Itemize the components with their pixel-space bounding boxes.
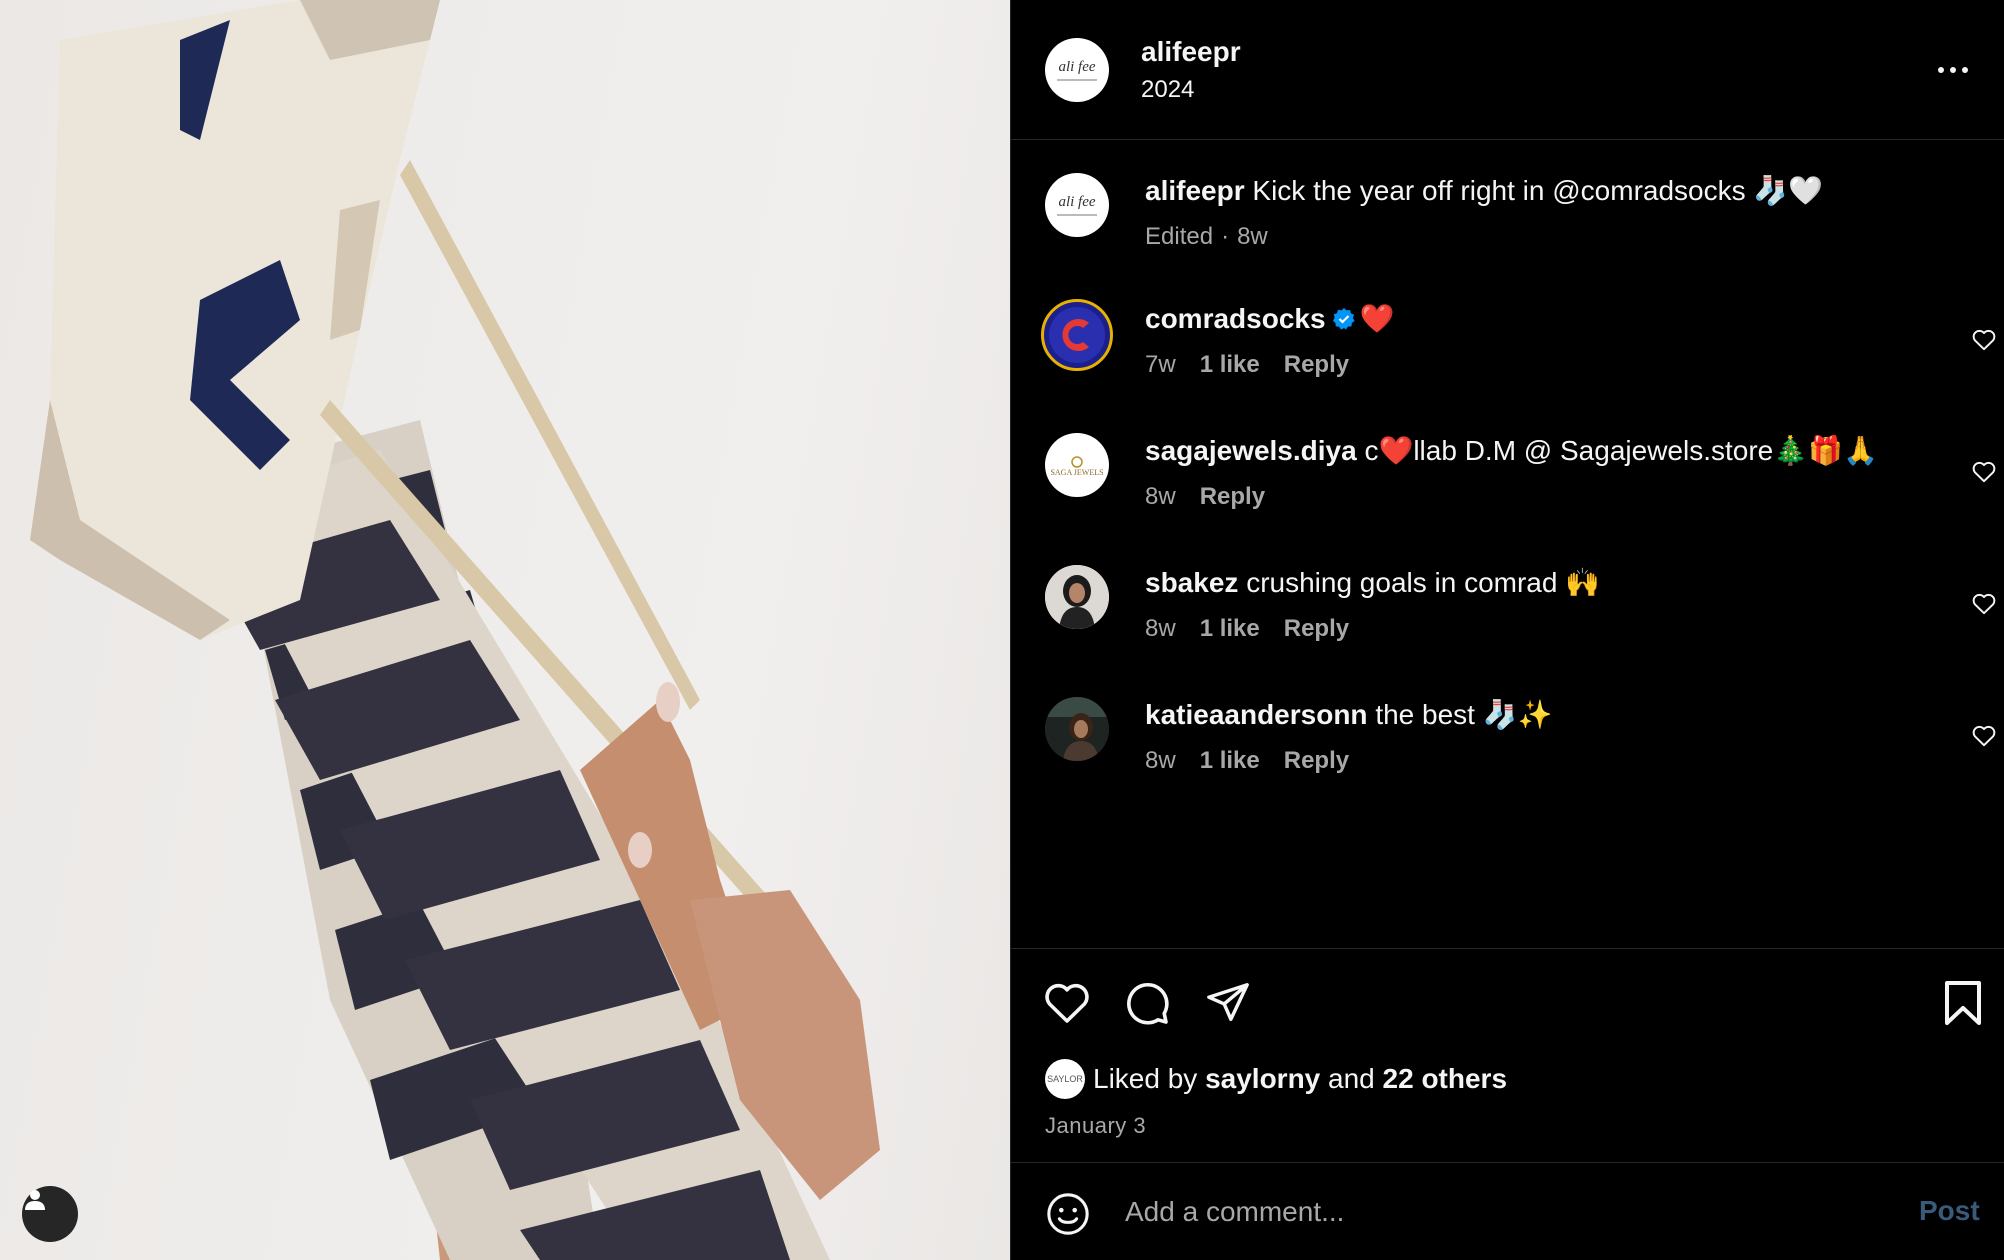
emoji-icon[interactable] [1045, 1191, 1091, 1237]
profile-photo [1045, 565, 1109, 629]
comment-username[interactable]: katieaandersonn [1145, 699, 1368, 730]
comment-username[interactable]: sbakez [1145, 567, 1238, 598]
avatar-logo-text: ali fee [1058, 194, 1096, 210]
edited-label: Edited [1145, 223, 1214, 250]
comment-username[interactable]: comradsocks [1145, 303, 1326, 334]
comment-text: the best 🧦✨ [1375, 699, 1553, 730]
liked-by-user[interactable]: saylorny [1205, 1063, 1320, 1095]
verified-badge-icon [1332, 308, 1355, 330]
comment-meta: 8w 1 like Reply [1145, 615, 1349, 643]
heart-icon[interactable] [1043, 979, 1091, 1027]
more-options-dot [1950, 67, 1956, 73]
comradsocks-logo [1049, 307, 1105, 363]
comment-meta: 8w 1 like Reply [1145, 747, 1349, 775]
comment-item: katieaandersonn the best 🧦✨ 8w 1 like Re… [1011, 697, 2004, 797]
comment-item: SAGA JEWELS sagajewels.diya c❤️llab D.M … [1011, 433, 2004, 533]
post-header: ali fee alifeepr 2024 [1011, 0, 2004, 140]
comment-text-row: katieaandersonn the best 🧦✨ [1145, 697, 1552, 733]
caption-text-row: alifeepr Kick the year off right in @com… [1145, 173, 1823, 209]
share-icon[interactable] [1205, 979, 1251, 1025]
post-image[interactable] [0, 0, 1010, 1260]
post-actions: SAYLOR Liked by saylorny and 22 others J… [1011, 948, 2004, 1162]
caption-meta: Edited · 8w [1145, 223, 1268, 251]
comment-text: crushing goals in comrad 🙌 [1246, 567, 1601, 598]
comment-item: sbakez crushing goals in comrad 🙌 8w 1 l… [1011, 565, 2004, 665]
caption-time[interactable]: 8w [1237, 223, 1268, 251]
comment-username[interactable]: sagajewels.diya [1145, 435, 1357, 466]
liked-by-row: SAYLOR Liked by saylorny and 22 others [1045, 1059, 1507, 1099]
reply-button[interactable]: Reply [1284, 747, 1349, 775]
comment-input[interactable] [1125, 1187, 1885, 1237]
liker-avatar-text: SAYLOR [1047, 1074, 1083, 1084]
author-avatar[interactable]: ali fee [1045, 38, 1109, 102]
avatar-logo-line [1057, 79, 1097, 81]
comment-text: ❤️ [1359, 303, 1395, 334]
caption-username[interactable]: alifeepr [1145, 175, 1245, 206]
comment-avatar[interactable] [1045, 697, 1109, 761]
user-tag-icon [25, 1190, 45, 1210]
comment-text-row: sbakez crushing goals in comrad 🙌 [1145, 565, 1600, 601]
liked-by-prefix: Liked by [1093, 1063, 1198, 1094]
comment-likes[interactable]: 1 like [1200, 615, 1260, 643]
comment-text-row: comradsocks ❤️ [1145, 301, 1394, 337]
post-photo-illustration [30, 0, 880, 1260]
caption-text: Kick the year off right in @comradsocks … [1252, 175, 1824, 206]
bookmark-icon[interactable] [1941, 979, 1985, 1027]
comment-like-heart-icon[interactable] [1971, 591, 1997, 617]
post-date[interactable]: January 3 [1045, 1113, 1146, 1139]
avatar-logo-text: ali fee [1058, 59, 1096, 75]
comment-likes[interactable]: 1 like [1200, 747, 1260, 775]
comment-time[interactable]: 8w [1145, 747, 1176, 775]
liked-by-conj: and [1328, 1063, 1375, 1094]
comment-avatar[interactable]: SAGA JEWELS [1045, 433, 1109, 497]
reply-button[interactable]: Reply [1284, 615, 1349, 643]
comment-icon[interactable] [1123, 979, 1171, 1027]
comment-meta: 8w Reply [1145, 483, 1265, 511]
comment-meta: 7w 1 like Reply [1145, 351, 1349, 379]
author-username[interactable]: alifeepr [1141, 36, 1241, 68]
comment-like-heart-icon[interactable] [1971, 459, 1997, 485]
comment-like-heart-icon[interactable] [1971, 327, 1997, 353]
profile-photo [1045, 697, 1109, 761]
ring-icon [1071, 455, 1083, 468]
more-options-dot [1962, 67, 1968, 73]
comment-time[interactable]: 8w [1145, 483, 1176, 511]
liker-avatar[interactable]: SAYLOR [1045, 1059, 1085, 1099]
comment-avatar[interactable] [1045, 565, 1109, 629]
reply-button[interactable]: Reply [1200, 483, 1265, 511]
add-comment-bar: Post [1011, 1162, 2004, 1260]
meta-separator: · [1221, 223, 1230, 250]
liked-by-others[interactable]: 22 others [1383, 1063, 1508, 1095]
comment-item: comradsocks ❤️ 7w 1 like Reply [1011, 299, 2004, 401]
comment-text: c❤️llab D.M @ Sagajewels.store🎄🎁🙏 [1364, 435, 1878, 466]
caption-author-avatar[interactable]: ali fee [1045, 173, 1109, 237]
comment-like-heart-icon[interactable] [1971, 723, 1997, 749]
comment-time[interactable]: 8w [1145, 615, 1176, 643]
post-comment-button[interactable]: Post [1919, 1195, 1980, 1227]
caption: ali fee alifeepr Kick the year off right… [1011, 173, 2004, 273]
reply-button[interactable]: Reply [1284, 351, 1349, 379]
comment-avatar[interactable] [1041, 299, 1113, 371]
more-options-icon [1938, 67, 1944, 73]
post-subtitle: 2024 [1141, 76, 1195, 103]
comment-likes[interactable]: 1 like [1200, 351, 1260, 379]
tagged-users-button[interactable] [22, 1186, 78, 1242]
avatar-logo-text: SAGA JEWELS [1050, 467, 1104, 477]
comment-time[interactable]: 7w [1145, 351, 1176, 379]
comments-list[interactable]: ali fee alifeepr Kick the year off right… [1011, 141, 2004, 949]
post-details-panel: ali fee alifeepr 2024 ali fee alifeepr K… [1010, 0, 2004, 1260]
avatar-logo-line [1057, 214, 1097, 216]
more-options-button[interactable] [1931, 52, 1975, 88]
comment-text-row: sagajewels.diya c❤️llab D.M @ Sagajewels… [1145, 433, 1878, 469]
